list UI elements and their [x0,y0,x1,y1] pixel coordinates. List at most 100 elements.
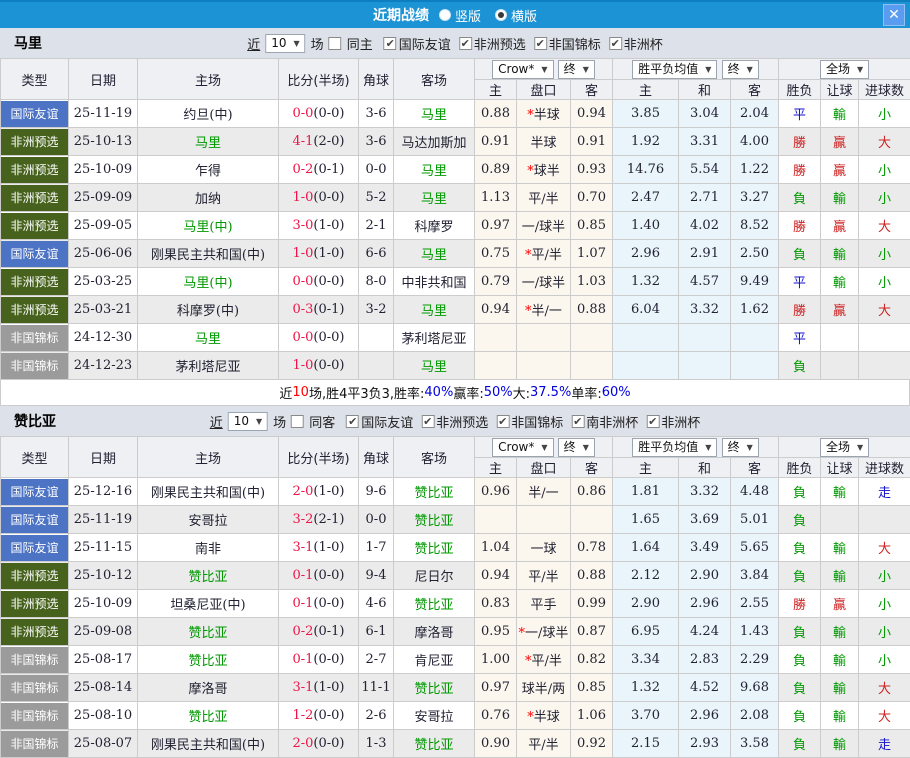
scope-select[interactable]: 全场 ▼ [820,60,869,79]
goals-result-cell: 大 [859,702,910,730]
type-cell: 非洲预选 [1,128,69,156]
corner-cell: 0-0 [359,156,394,184]
odds-home-cell: 1.04 [475,534,517,562]
odds-home-cell [475,324,517,352]
goals-result-value: 小 [878,164,891,179]
near-label[interactable]: 近 [247,34,260,53]
half-time-score: (0-0) [313,708,344,723]
bookmaker-select[interactable]: Crow* ▼ [492,60,553,79]
goals-result-value: 小 [878,248,891,263]
home-team-cell: 马里 [138,324,279,352]
handicap-cell: *平/半 [517,240,571,268]
mean-home-cell: 3.85 [613,100,679,128]
half-time-score: (0-0) [313,736,344,751]
handicap-result-value: 輸 [833,486,846,501]
mean-away-cell: 9.68 [731,674,779,702]
table-row: 非洲预选25-10-12赞比亚0-1(0-0)9-4尼日尔0.94平/半0.88… [1,562,910,590]
away-team: 肯尼亚 [414,654,453,669]
handicap-value: 平/半 [528,738,558,753]
mean-home-cell [613,352,679,380]
half-time-score: (0-0) [313,652,344,667]
full-time-score: 1-0 [292,358,313,373]
handicap-value: 一/球半 [522,220,565,235]
handicap-result-cell: 輸 [821,240,859,268]
match-count-select[interactable]: 10 ▼ [265,34,305,53]
radio-option-horizontal[interactable]: 横版 [495,6,537,25]
odds-home-cell: 0.75 [475,240,517,268]
scope-select[interactable]: 全场 ▼ [820,438,869,457]
corner-cell: 1-7 [359,534,394,562]
handicap-result-value: 輸 [833,710,846,725]
close-icon[interactable]: ✕ [883,4,905,26]
competition-checkbox[interactable]: ✔ [609,37,622,50]
sub-header-odds-home: 主 [475,458,517,478]
goals-result-value: 大 [878,710,891,725]
goals-result-value: 走 [878,738,891,753]
odds-final-select[interactable]: 终 ▼ [558,60,595,79]
same-venue-label: 同主 [347,34,373,53]
away-team: 茅利塔尼亚 [401,332,466,347]
full-time-score: 3-1 [292,540,313,555]
competition-checkbox[interactable]: ✔ [534,37,547,50]
away-team: 尼日尔 [414,570,453,585]
handicap-result-cell: 贏 [821,156,859,184]
mean-select[interactable]: 胜平负均值 ▼ [632,60,717,79]
goals-result-value: 大 [878,542,891,557]
sub-header-mean-draw: 和 [679,458,731,478]
mean-away-cell [731,324,779,352]
match-count-select[interactable]: 10 ▼ [228,412,268,431]
odds-away-cell: 0.70 [571,184,613,212]
radio-option-vertical[interactable]: 竖版 [439,6,481,25]
away-team-cell: 马里 [394,156,475,184]
corner-cell: 9-6 [359,478,394,506]
away-team-cell: 马里 [394,352,475,380]
table-row: 非洲预选25-09-09加纳1-0(0-0)5-2马里1.13平/半0.702.… [1,184,910,212]
competition-checkbox[interactable]: ✔ [346,415,359,428]
competition-checkbox[interactable]: ✔ [421,415,434,428]
mean-away-cell: 8.52 [731,212,779,240]
date-cell: 25-03-25 [69,268,138,296]
result-value: 負 [793,738,806,753]
chevron-down-icon: ▼ [294,36,300,51]
near-label[interactable]: 近 [210,412,223,431]
type-badge: 非洲预选 [1,591,68,617]
mean-final-select[interactable]: 终 ▼ [722,60,759,79]
radio-vertical-icon[interactable] [439,9,451,21]
full-time-score: 0-2 [292,624,313,639]
goals-result-value: 小 [878,108,891,123]
handicap-value: 平/半 [532,654,562,669]
home-team-cell: 赞比亚 [138,702,279,730]
same-venue-checkbox[interactable] [329,37,342,50]
half-time-score: (1-0) [313,484,344,499]
half-time-score: (0-0) [313,190,344,205]
matches-table: 类型 日期 主场 比分(半场) 角球 客场 Crow* ▼ 终 ▼ [0,436,910,758]
handicap-cell: *球半 [517,156,571,184]
handicap-result-cell: 輸 [821,534,859,562]
radio-horizontal-icon[interactable] [495,9,507,21]
table-row: 非洲预选25-03-21科摩罗(中)0-3(0-1)3-2马里0.94*半/一0… [1,296,910,324]
odds-final-select[interactable]: 终 ▼ [558,438,595,457]
result-cell: 勝 [779,590,821,618]
date-cell: 25-10-09 [69,156,138,184]
competition-checkbox[interactable]: ✔ [459,37,472,50]
odds-home-cell [475,352,517,380]
type-cell: 非国锦标 [1,646,69,674]
mean-select[interactable]: 胜平负均值 ▼ [632,438,717,457]
competition-checkbox[interactable]: ✔ [646,415,659,428]
col-header-type: 类型 [1,437,69,478]
handicap-value: 球半 [534,164,560,179]
competition-checkbox[interactable]: ✔ [496,415,509,428]
result-value: 平 [793,108,806,123]
competition-checkbox[interactable]: ✔ [384,37,397,50]
odds-away-cell [571,324,613,352]
home-team-cell: 马里(中) [138,268,279,296]
mean-final-select[interactable]: 终 ▼ [722,438,759,457]
same-venue-checkbox[interactable] [291,415,304,428]
score-cell: 1-0(0-0) [279,184,359,212]
competition-checkbox[interactable]: ✔ [571,415,584,428]
competition-label: 国际友谊 [399,34,451,53]
bookmaker-select[interactable]: Crow* ▼ [492,438,553,457]
table-row: 非洲预选25-10-09乍得0-2(0-1)0-0马里0.89*球半0.9314… [1,156,910,184]
summary-segment: 单率: [571,383,601,402]
handicap-value: 半球 [534,108,560,123]
